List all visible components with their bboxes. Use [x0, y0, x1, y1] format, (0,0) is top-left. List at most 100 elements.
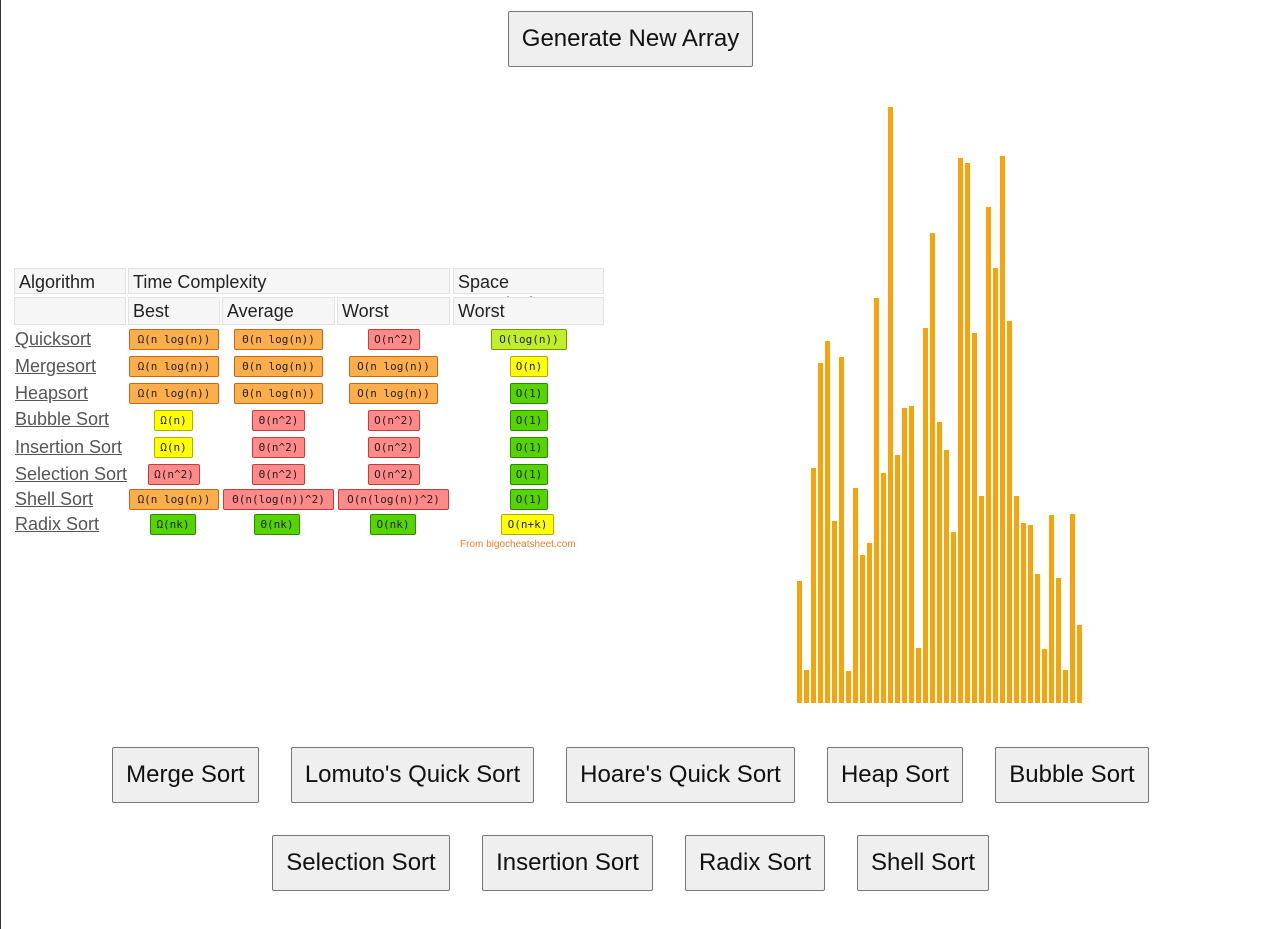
array-bar — [909, 406, 914, 703]
array-bar — [1007, 321, 1012, 703]
radix-sort-space-badge: O(n+k) — [501, 514, 554, 535]
shell-sort-button[interactable]: Shell Sort — [857, 835, 989, 891]
selection-sort-average-badge: Θ(n^2) — [252, 464, 305, 485]
lomuto-quick-sort-button[interactable]: Lomuto's Quick Sort — [291, 747, 534, 803]
array-bar — [944, 450, 949, 703]
table-subheader-worst: Worst — [337, 297, 450, 325]
table-subheader-space-worst: Worst — [453, 297, 604, 325]
mergesort-space-badge: O(n) — [510, 356, 548, 377]
array-bar — [832, 521, 837, 703]
selection-sort-button[interactable]: Selection Sort — [272, 835, 450, 891]
selection-sort-best-badge: Ω(n^2) — [148, 464, 200, 485]
array-bar — [937, 422, 942, 703]
radix-sort-worst-badge: O(nk) — [370, 514, 416, 535]
selection-sort-worst-badge: O(n^2) — [368, 464, 420, 485]
generate-new-array-button[interactable]: Generate New Array — [508, 11, 753, 67]
array-bar — [1049, 515, 1054, 703]
selection-sort-space-badge: O(1) — [510, 464, 548, 485]
bubble-sort-worst-badge: O(n^2) — [368, 410, 420, 431]
array-bar — [1014, 496, 1019, 703]
array-bar — [818, 363, 823, 703]
algorithm-link-radix-sort[interactable]: Radix Sort — [15, 514, 99, 534]
array-bar — [1077, 625, 1082, 703]
array-bar — [811, 468, 816, 703]
insertion-sort-worst-badge: O(n^2) — [368, 437, 420, 458]
array-bar — [958, 158, 963, 703]
quicksort-best-badge: Ω(n log(n)) — [129, 329, 219, 350]
array-bar — [881, 473, 886, 703]
radix-sort-average-badge: Θ(nk) — [254, 514, 300, 535]
array-bar — [972, 333, 977, 703]
shell-sort-space-badge: O(1) — [510, 489, 548, 510]
algorithm-link-quicksort[interactable]: Quicksort — [15, 329, 91, 349]
array-bar — [853, 488, 858, 703]
array-bar — [979, 496, 984, 703]
array-bar — [951, 532, 956, 703]
insertion-sort-average-badge: Θ(n^2) — [252, 437, 305, 458]
algorithm-link-shell-sort[interactable]: Shell Sort — [15, 489, 93, 509]
algorithm-link-mergesort[interactable]: Mergesort — [15, 356, 96, 376]
array-bars-chart — [797, 107, 1082, 703]
insertion-sort-best-badge: Ω(n) — [154, 437, 193, 458]
quicksort-space-badge: O(log(n)) — [491, 329, 567, 350]
bubble-sort-space-badge: O(1) — [510, 410, 548, 431]
bubble-sort-best-badge: Ω(n) — [154, 410, 193, 431]
mergesort-worst-badge: O(n log(n)) — [349, 356, 438, 377]
array-bar — [965, 163, 970, 703]
array-bar — [846, 671, 851, 703]
array-bar — [1070, 514, 1075, 703]
array-bar — [986, 207, 991, 703]
algorithm-link-insertion-sort[interactable]: Insertion Sort — [15, 437, 122, 457]
array-bar — [930, 233, 935, 703]
array-bar — [874, 298, 879, 703]
quicksort-worst-badge: O(n^2) — [368, 329, 420, 350]
hoare-quick-sort-button[interactable]: Hoare's Quick Sort — [566, 747, 795, 803]
array-bar — [839, 357, 844, 703]
heapsort-best-badge: Ω(n log(n)) — [129, 383, 219, 404]
merge-sort-button[interactable]: Merge Sort — [112, 747, 259, 803]
array-bar — [1042, 649, 1047, 703]
array-bar — [860, 555, 865, 703]
shell-sort-average-badge: Θ(n(log(n))^2) — [223, 489, 334, 510]
array-bar — [1021, 523, 1026, 703]
radix-sort-button[interactable]: Radix Sort — [685, 835, 825, 891]
algorithm-link-selection-sort[interactable]: Selection Sort — [15, 464, 127, 484]
array-bar — [993, 268, 998, 703]
array-bar — [1028, 525, 1033, 703]
insertion-sort-space-badge: O(1) — [510, 437, 548, 458]
heap-sort-button[interactable]: Heap Sort — [827, 747, 963, 803]
array-bar — [895, 455, 900, 703]
heapsort-space-badge: O(1) — [510, 383, 548, 404]
insertion-sort-button[interactable]: Insertion Sort — [482, 835, 653, 891]
shell-sort-worst-badge: O(n(log(n))^2) — [338, 489, 449, 510]
bigocheatsheet-credit: From bigocheatsheet.com — [460, 539, 576, 550]
array-bar — [888, 107, 893, 703]
mergesort-best-badge: Ω(n log(n)) — [129, 356, 219, 377]
array-bar — [1063, 670, 1068, 703]
array-bar — [825, 341, 830, 703]
table-subheader-empty — [14, 297, 126, 325]
bubble-sort-button[interactable]: Bubble Sort — [995, 747, 1149, 803]
array-bar — [1035, 574, 1040, 703]
table-subheader-best: Best — [128, 297, 220, 325]
array-bar — [1056, 578, 1061, 703]
array-bar — [923, 328, 928, 703]
table-subheader-average: Average — [222, 297, 335, 325]
quicksort-average-badge: Θ(n log(n)) — [234, 329, 323, 350]
array-bar — [867, 543, 872, 703]
mergesort-average-badge: Θ(n log(n)) — [234, 356, 323, 377]
algorithm-link-bubble-sort[interactable]: Bubble Sort — [15, 409, 109, 429]
array-bar — [797, 581, 802, 703]
heapsort-worst-badge: O(n log(n)) — [349, 383, 438, 404]
window-left-border — [0, 0, 1, 929]
array-bar — [804, 670, 809, 703]
array-bar — [916, 648, 921, 703]
table-header-space-complexity: Space Complexity — [453, 268, 604, 314]
bubble-sort-average-badge: Θ(n^2) — [252, 410, 305, 431]
array-bar — [1000, 156, 1005, 703]
heapsort-average-badge: Θ(n log(n)) — [234, 383, 323, 404]
array-bar — [902, 408, 907, 703]
table-header-time-complexity: Time Complexity — [128, 268, 450, 294]
radix-sort-best-badge: Ω(nk) — [150, 514, 196, 535]
algorithm-link-heapsort[interactable]: Heapsort — [15, 383, 88, 403]
